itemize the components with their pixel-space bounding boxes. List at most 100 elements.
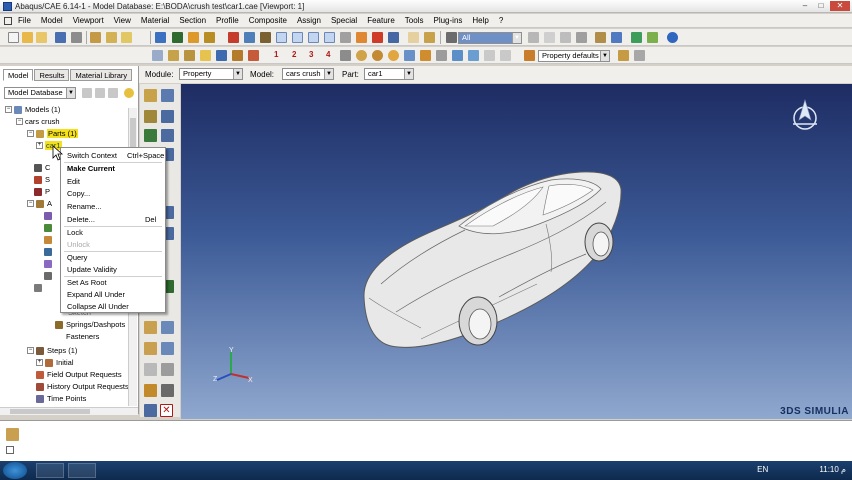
front-view-icon[interactable] [276,32,287,43]
render-style-icon[interactable] [611,32,622,43]
tree-instance-g[interactable] [34,284,45,292]
wireframe-icon[interactable] [340,50,351,61]
tree-instance-a[interactable] [44,212,55,220]
selection-box-icon[interactable] [576,32,587,43]
rotate-icon[interactable] [172,32,183,43]
menu-viewport[interactable]: Viewport [68,16,109,25]
tree-instance-f[interactable] [44,272,55,280]
lighting-icon[interactable] [420,50,431,61]
create-section-icon[interactable] [144,110,157,123]
language-indicator[interactable]: EN [757,465,768,474]
ctx-update-validity[interactable]: Update Validity [67,265,117,274]
magnify-icon[interactable] [356,32,367,43]
ctx-make-current[interactable]: Make Current [67,164,115,173]
menu-model[interactable]: Model [36,16,68,25]
box-zoom-icon[interactable] [204,32,215,43]
tree-calibrations[interactable]: C [34,163,50,172]
redo-icon[interactable] [452,50,463,61]
ctx-unlock[interactable]: Unlock [67,240,90,249]
render-settings-icon[interactable] [524,50,535,61]
material-manager-icon[interactable] [161,89,174,102]
visible-icon[interactable] [168,50,179,61]
view-axes-icon[interactable] [388,32,399,43]
maximize-button[interactable]: □ [814,1,828,11]
undo-icon[interactable] [436,50,447,61]
regenerate-icon[interactable] [468,50,479,61]
perspective-icon[interactable] [404,50,415,61]
layers-icon[interactable] [184,50,195,61]
special-icon[interactable] [144,321,157,334]
expand-icon[interactable]: + [36,142,43,149]
collapse-icon[interactable]: − [27,200,34,207]
cancel-x-icon[interactable]: ✕ [160,404,173,417]
skin-icon[interactable] [144,342,157,355]
tree-instance-d[interactable] [44,248,55,256]
part-create-icon[interactable] [106,32,117,43]
menu-plugins[interactable]: Plug-ins [428,16,467,25]
message-icon[interactable] [6,428,19,441]
scroll-thumb[interactable] [10,409,90,414]
query-icon[interactable] [340,32,351,43]
collapse-icon[interactable]: − [16,118,23,125]
query-tool-icon[interactable] [161,384,174,397]
display-options-icon[interactable] [618,50,629,61]
selection-tools-icon[interactable] [544,32,555,43]
view-number-4[interactable]: 4 [326,50,330,59]
tree-instance-e[interactable] [44,260,55,268]
tree-models[interactable]: − Models (1) [5,105,60,114]
tree-instance-b[interactable] [44,224,55,232]
print-icon[interactable] [71,32,82,43]
tree-initial[interactable]: + Initial [36,358,74,367]
measure-icon[interactable] [248,50,259,61]
menu-profile[interactable]: Profile [211,16,244,25]
expand-icon[interactable]: + [36,359,43,366]
ctx-delete[interactable]: Delete... Del [67,215,156,224]
context-help-icon[interactable]: ? [494,16,508,25]
assign-section-icon[interactable] [144,129,157,142]
render-style-combo[interactable]: Property defaults ▼ [538,50,610,62]
python-prompt-icon[interactable] [6,446,14,454]
tree-history-output-requests[interactable]: History Output Requests [36,382,129,391]
cycle-view-icon[interactable] [244,32,255,43]
ctx-set-as-root[interactable]: Set As Root [67,278,107,287]
tree-sections[interactable]: S [34,175,50,184]
view-number-2[interactable]: 2 [292,50,296,59]
scroll-thumb[interactable] [130,118,136,148]
save-icon[interactable] [55,32,66,43]
windows-start-icon[interactable] [3,462,27,479]
ctx-copy[interactable]: Copy... [67,189,90,198]
assignment-manager-icon[interactable] [161,129,174,142]
menu-section[interactable]: Section [174,16,211,25]
tree-profiles[interactable]: P [34,187,50,196]
axes-icon[interactable] [216,50,227,61]
tree-filter-icon[interactable] [82,88,92,98]
mesh-display-icon[interactable] [631,32,642,43]
new-file-icon[interactable] [8,32,19,43]
pan-icon[interactable] [155,32,166,43]
menu-view[interactable]: View [109,16,136,25]
align-icon[interactable] [152,50,163,61]
tree-model-cars-crush[interactable]: − cars crush [16,117,60,126]
tree-horizontal-scrollbar[interactable] [0,407,138,415]
viewport-icon[interactable] [634,50,645,61]
display-group-icon[interactable] [595,32,606,43]
sketch-tools-icon[interactable] [424,32,435,43]
ctx-rename[interactable]: Rename... [67,202,102,211]
open-icon[interactable] [22,32,33,43]
coordinate-system-icon[interactable] [144,363,157,376]
ctx-lock[interactable]: Lock [67,228,83,237]
select-arrow-icon[interactable] [446,32,457,43]
tab-model[interactable]: Model [3,69,34,81]
collapse-icon[interactable]: − [27,347,34,354]
open-odb-icon[interactable] [36,32,47,43]
collapse-icon[interactable]: − [5,106,12,113]
fit-icon[interactable] [228,32,239,43]
part-combo[interactable]: car1 ▼ [364,68,414,80]
close-button[interactable]: ✕ [830,1,850,11]
ctx-edit[interactable]: Edit [67,177,80,186]
menu-composite[interactable]: Composite [244,16,292,25]
shaded-icon[interactable] [372,50,383,61]
view-compass[interactable] [793,98,817,130]
tree-parts[interactable]: − Parts (1) [27,129,78,138]
persp-icon[interactable] [500,50,511,61]
